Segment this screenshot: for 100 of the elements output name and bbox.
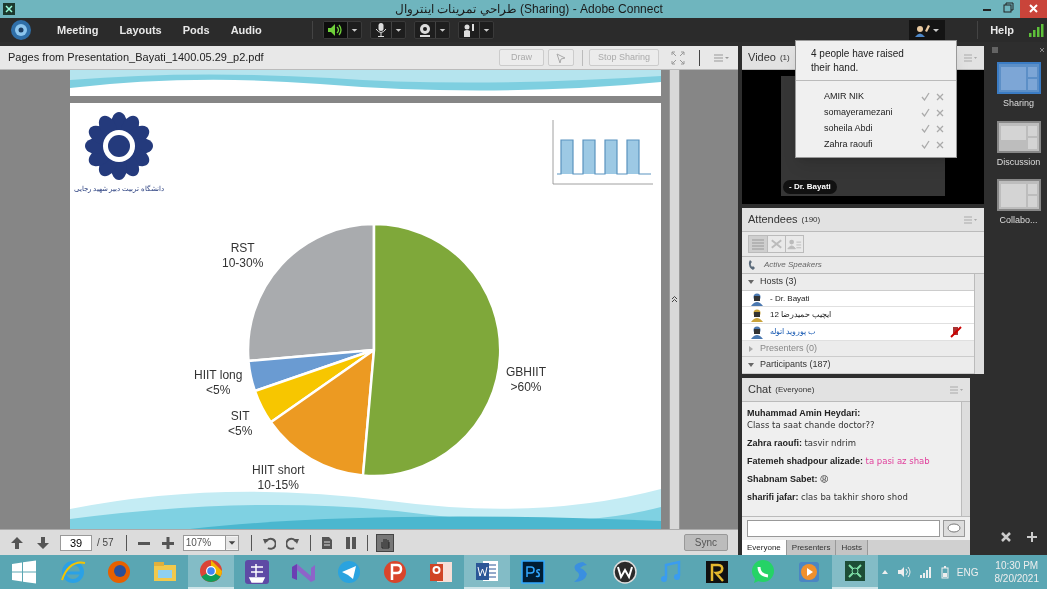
- delete-icon[interactable]: [999, 531, 1012, 543]
- person-name: somayeramezani: [824, 105, 894, 119]
- connect-logo-icon[interactable]: [10, 19, 32, 41]
- microphone-icon: [374, 23, 387, 37]
- scrollbar[interactable]: [961, 402, 970, 516]
- group-row[interactable]: Participants (187): [742, 357, 974, 374]
- close-icon[interactable]: [936, 140, 944, 149]
- arrow-up-icon[interactable]: [10, 535, 24, 550]
- popup-message: 4 people have raised their hand.: [796, 41, 956, 81]
- chart-label: 10-15%: [257, 478, 299, 493]
- person-raising-hand-icon: [913, 23, 932, 37]
- fullscreen-icon[interactable]: [671, 50, 685, 65]
- menu-item[interactable]: Meeting: [50, 21, 106, 39]
- attendee-name[interactable]: - Dr. Bayati: [770, 292, 810, 305]
- group-row[interactable]: Hosts (3): [742, 274, 974, 291]
- count-label: (Everyone): [775, 383, 815, 396]
- layouts-menu-icon[interactable]: [990, 46, 1047, 56]
- pod-title: Pages from Presentation_Bayati_1400.05.29_p2.pdf: [8, 50, 264, 66]
- help-menu[interactable]: Help: [977, 21, 1014, 39]
- chart-label: SIT: [230, 409, 250, 424]
- chart-label: <5%: [206, 383, 231, 398]
- collapse-icon: [747, 277, 755, 286]
- hand-tool-button[interactable]: [375, 533, 394, 552]
- speaker-button[interactable]: [322, 21, 362, 39]
- chat-author: Muhammad Amin Heydari:: [747, 408, 861, 418]
- two-page-icon[interactable]: [344, 535, 357, 550]
- taskbar-button[interactable]: [464, 555, 510, 589]
- scrollbar[interactable]: [669, 70, 680, 529]
- zoom-dropdown[interactable]: 107%: [182, 534, 239, 551]
- chart-label: HIIT short: [252, 463, 305, 478]
- taskbar-button[interactable]: [832, 555, 878, 589]
- layout-thumbnail[interactable]: [996, 120, 1041, 153]
- sync-button[interactable]: Sync: [683, 534, 728, 551]
- pod-title: Video: [748, 50, 776, 66]
- connection-signal-icon: [1028, 23, 1044, 37]
- layout-thumbnail[interactable]: [996, 179, 1041, 211]
- menu-item[interactable]: Audio: [223, 21, 269, 39]
- breakout-view-icon[interactable]: [785, 236, 803, 252]
- layout-label[interactable]: Sharing: [1003, 97, 1034, 111]
- chat-author: Zahra raoufi:: [747, 438, 802, 448]
- menu-item[interactable]: Layouts: [112, 21, 169, 39]
- show-hidden-icons-icon[interactable]: [880, 568, 889, 576]
- pod-title: Chat: [748, 382, 772, 398]
- chat-input-field[interactable]: [747, 520, 940, 537]
- hand-icon: [378, 536, 391, 549]
- count-label: (1): [779, 51, 790, 64]
- menu-item[interactable]: Pods: [175, 21, 217, 39]
- zoom-in-icon[interactable]: [160, 535, 175, 550]
- layout-label[interactable]: Collabo...: [999, 214, 1038, 228]
- webcam-icon: [418, 23, 431, 37]
- close-icon[interactable]: [936, 108, 944, 117]
- chart-label: HIIT long: [194, 368, 243, 383]
- rotate-left-icon[interactable]: [261, 535, 276, 550]
- count-label: (190): [801, 213, 821, 226]
- layout-thumbnail[interactable]: [996, 62, 1041, 94]
- chat-author: sharifi jafar:: [747, 492, 799, 502]
- chat-tab[interactable]: Presenters: [786, 540, 837, 555]
- raise-hand-button[interactable]: [457, 21, 494, 39]
- chat-message-text: tasvir ndrim: [804, 437, 856, 449]
- close-icon[interactable]: [936, 124, 944, 133]
- university-emblem-icon: [83, 110, 155, 182]
- window-title: طراحي تمرينات اينتروال (Sharing) - Adobe Connect: [395, 1, 663, 18]
- chat-message-text: 😩: [820, 473, 829, 485]
- pointer-button[interactable]: [547, 49, 574, 66]
- page-count: / 57: [97, 536, 114, 550]
- chart-label: 10-30%: [222, 256, 264, 271]
- scroll-arrow-icon[interactable]: [671, 296, 678, 303]
- pod-title: Attendees: [748, 212, 798, 228]
- chat-message-text: Class ta saat chande doctor??: [747, 419, 875, 431]
- video-name-label: - Dr. Bayati: [783, 180, 837, 194]
- scrollbar[interactable]: [974, 274, 984, 374]
- caret-icon: [224, 535, 238, 550]
- rotate-right-icon[interactable]: [285, 535, 300, 550]
- single-page-icon[interactable]: [320, 535, 333, 550]
- section-label: Active Speakers: [764, 259, 822, 271]
- layout-label[interactable]: Discussion: [996, 155, 1041, 169]
- chart-label: >60%: [510, 380, 542, 395]
- person-name: Zahra raoufi: [824, 137, 874, 151]
- volume-icon[interactable]: [896, 566, 911, 578]
- raised-hands-button[interactable]: [909, 20, 946, 40]
- chat-message-text: clas ba takhir shoro shod: [801, 491, 908, 503]
- add-icon[interactable]: [1025, 531, 1038, 543]
- attendee-name[interactable]: ب پوروید اتوله: [770, 325, 817, 338]
- app-icon: [3, 3, 15, 15]
- send-button[interactable]: [943, 520, 965, 537]
- chat-tab[interactable]: Everyone: [742, 540, 787, 555]
- page-number-field[interactable]: 39: [60, 534, 92, 551]
- microphone-button[interactable]: [369, 21, 406, 39]
- chart-label: <5%: [228, 424, 253, 439]
- person-name: soheila Abdi: [824, 121, 874, 135]
- close-icon[interactable]: [936, 92, 944, 101]
- close-icon[interactable]: [1020, 0, 1047, 18]
- battery-icon[interactable]: [940, 565, 949, 579]
- raise-hand-icon: [462, 23, 475, 37]
- chat-tab[interactable]: Hosts: [836, 540, 868, 555]
- webcam-button[interactable]: [413, 21, 450, 39]
- chart-label: RST: [230, 241, 255, 256]
- arrow-down-icon[interactable]: [36, 535, 50, 550]
- network-icon[interactable]: [918, 566, 933, 578]
- pointer-icon: [554, 51, 567, 64]
